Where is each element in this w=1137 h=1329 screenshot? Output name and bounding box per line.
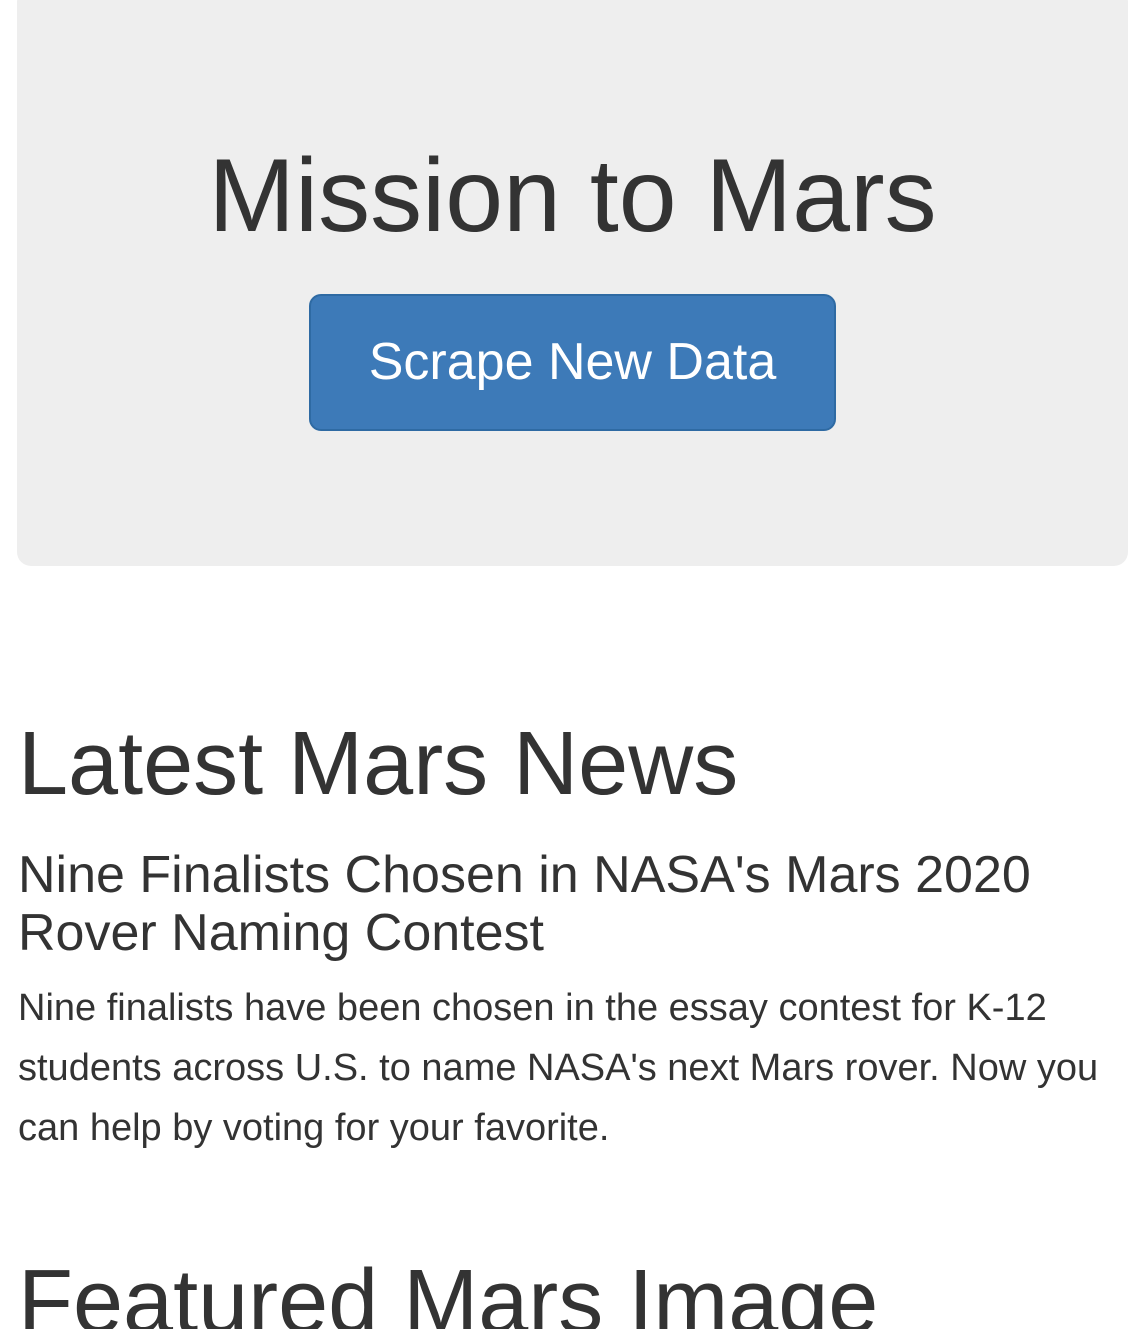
news-teaser: Nine finalists have been chosen in the e… [18, 987, 1099, 1149]
scrape-new-data-button[interactable]: Scrape New Data [309, 294, 836, 431]
jumbotron: Mission to Mars Scrape New Data [17, 0, 1128, 566]
mission-to-mars-page: Mission to Mars Scrape New Data Latest M… [0, 0, 1137, 1329]
featured-image-heading: Featured Mars Image [18, 1252, 879, 1329]
page-title: Mission to Mars [208, 138, 937, 254]
news-headline: Nine Finalists Chosen in NASA's Mars 202… [18, 846, 1031, 962]
latest-news-heading: Latest Mars News [18, 714, 739, 814]
